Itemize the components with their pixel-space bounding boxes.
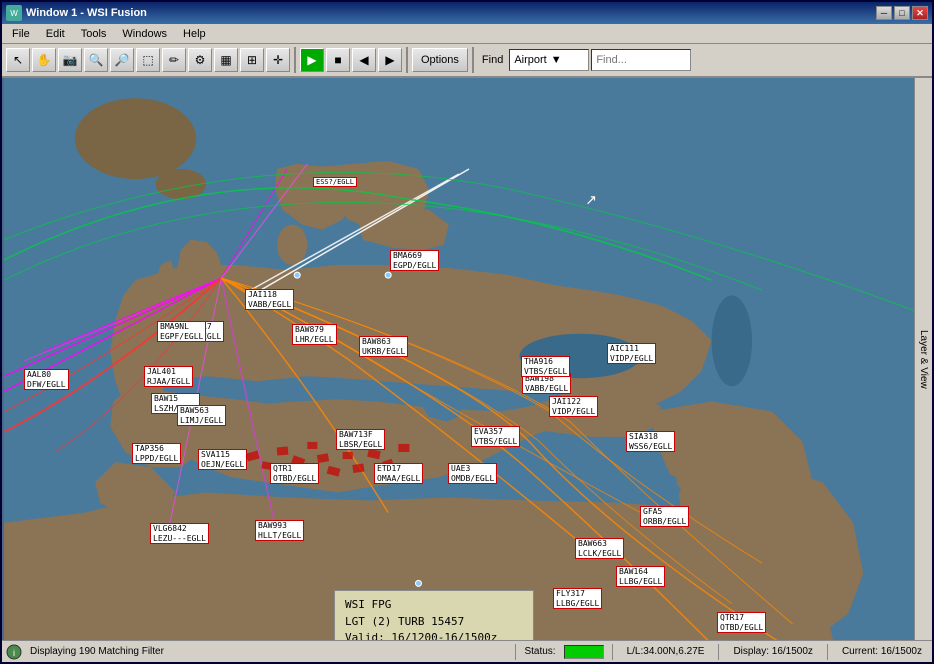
toolbar-stop[interactable]: ■	[326, 48, 350, 72]
svg-text:i: i	[13, 648, 15, 658]
toolbar-cursor[interactable]: ✛	[266, 48, 290, 72]
toolbar-separator-3	[472, 47, 474, 73]
flight-label-sia318[interactable]: SIA318WSS6/EGLL	[626, 431, 675, 452]
toolbar-pointer[interactable]: ↖	[6, 48, 30, 72]
flight-label-eva357[interactable]: EVA357VTBS/EGLL	[471, 426, 520, 447]
flight-label-baw713f[interactable]: BAW713FLBSR/EGLL	[336, 429, 385, 450]
map-background: ↗	[2, 78, 932, 640]
window-controls: ─ □ ✕	[876, 6, 928, 20]
flight-label-fly317[interactable]: FLY317LLBG/EGLL	[553, 588, 602, 609]
toolbar-zoom-in[interactable]: 🔍	[84, 48, 108, 72]
flight-label-baw663[interactable]: BAW663LCLK/EGLL	[575, 538, 624, 559]
flight-label-tha916[interactable]: THA916VTBS/EGLL	[521, 356, 570, 377]
toolbar-layers[interactable]: ▦	[214, 48, 238, 72]
status-sep-2	[612, 644, 613, 660]
menu-windows[interactable]: Windows	[114, 26, 175, 42]
toolbar-camera[interactable]: 📷	[58, 48, 82, 72]
flight-label-bma669[interactable]: BMA669EGPD/EGLL	[390, 250, 439, 271]
flight-label-uae3[interactable]: UAE3OMDB/EGLL	[448, 463, 497, 484]
toolbar-separator-2	[406, 47, 408, 73]
dropdown-arrow: ▼	[551, 54, 562, 66]
flight-label-bma9nl[interactable]: BMA9NLEGPF/EGLL	[157, 321, 206, 342]
find-input[interactable]	[591, 49, 691, 71]
flight-label-baw879[interactable]: BAW879LHR/EGLL	[292, 324, 337, 345]
flight-label-aal80[interactable]: AAL80DFW/EGLL	[24, 369, 69, 390]
toolbar-zoom-out[interactable]: 🔎	[110, 48, 134, 72]
flight-label-jal401[interactable]: JAL401RJAA/EGLL	[144, 366, 193, 387]
status-label: Status:	[524, 646, 555, 657]
info-box: WSI FPG LGT (2) TURB 15457 Valid: 16/120…	[334, 590, 534, 640]
layer-view-panel[interactable]: Layer & View	[914, 78, 932, 640]
minimize-button[interactable]: ─	[876, 6, 892, 20]
menu-file[interactable]: File	[4, 26, 38, 42]
find-type-dropdown[interactable]: Airport ▼	[509, 49, 589, 71]
status-message: Displaying 190 Matching Filter	[30, 646, 507, 657]
map-container[interactable]: ↗	[2, 78, 932, 640]
status-indicator	[564, 645, 604, 659]
toolbar-next[interactable]: ▶	[378, 48, 402, 72]
current-time: Current: 16/1500z	[836, 646, 928, 657]
flight-label-jai118[interactable]: JAI118VABB/EGLL	[245, 289, 294, 310]
close-button[interactable]: ✕	[912, 6, 928, 20]
info-line2: LGT (2) TURB 15457	[345, 614, 523, 631]
toolbar: ↖ ✋ 📷 🔍 🔎 ⬚ ✏ ⚙ ▦ ⊞ ✛ ▶ ■ ◀ ▶ Options Fi…	[2, 44, 932, 78]
flight-label-qtr17[interactable]: QTR17OTBD/EGLL	[717, 612, 766, 633]
flight-label-aic111[interactable]: AIC111VIDP/EGLL	[607, 343, 656, 364]
menu-edit[interactable]: Edit	[38, 26, 73, 42]
flight-label-tap356[interactable]: TAP356LPPD/EGLL	[132, 443, 181, 464]
toolbar-edit[interactable]: ✏	[162, 48, 186, 72]
options-button[interactable]: Options	[412, 48, 468, 72]
info-line1: WSI FPG	[345, 597, 523, 614]
svg-text:↗: ↗	[585, 191, 597, 207]
status-icon: i	[6, 644, 22, 660]
flight-label-baw563[interactable]: BAW563LIMJ/EGLL	[177, 405, 226, 426]
maximize-button[interactable]: □	[894, 6, 910, 20]
menu-tools[interactable]: Tools	[73, 26, 115, 42]
status-sep-4	[827, 644, 828, 660]
toolbar-prev[interactable]: ◀	[352, 48, 376, 72]
window-title: Window 1 - WSI Fusion	[26, 7, 876, 19]
menu-help[interactable]: Help	[175, 26, 214, 42]
toolbar-separator-1	[294, 47, 296, 73]
flight-label-etd17[interactable]: ETD17OMAA/EGLL	[374, 463, 423, 484]
flight-label-baw993[interactable]: BAW993HLLT/EGLL	[255, 520, 304, 541]
flight-label-vlg6842[interactable]: VLG6842LEZU---EGLL	[150, 523, 209, 544]
flight-label-baw164[interactable]: BAW164LLBG/EGLL	[616, 566, 665, 587]
flight-label-qtr1[interactable]: QTR1OTBD/EGLL	[270, 463, 319, 484]
toolbar-hand[interactable]: ✋	[32, 48, 56, 72]
menu-bar: File Edit Tools Windows Help	[2, 24, 932, 44]
app-icon: W	[6, 5, 22, 21]
toolbar-zoom-rect[interactable]: ⬚	[136, 48, 160, 72]
flight-label-gfa5[interactable]: GFA5ORBB/EGLL	[640, 506, 689, 527]
ll-coordinates: L/L:34.00N,6.27E	[621, 646, 711, 657]
flight-label-baw863[interactable]: BAW863UKRB/EGLL	[359, 336, 408, 357]
toolbar-grid[interactable]: ⊞	[240, 48, 264, 72]
status-bar: i Displaying 190 Matching Filter Status:…	[2, 640, 932, 662]
display-time: Display: 16/1500z	[727, 646, 819, 657]
find-label: Find	[478, 54, 507, 66]
flight-label-jai122[interactable]: JAI122VIDP/EGLL	[549, 396, 598, 417]
title-bar: W Window 1 - WSI Fusion ─ □ ✕	[2, 2, 932, 24]
find-area: Find Airport ▼	[478, 48, 691, 72]
status-sep-1	[515, 644, 516, 660]
window-frame: W Window 1 - WSI Fusion ─ □ ✕ File Edit …	[0, 0, 934, 664]
info-line3: Valid: 16/1200-16/1500z	[345, 630, 523, 640]
toolbar-settings[interactable]: ⚙	[188, 48, 212, 72]
flight-label-ess[interactable]: ESS?/EGLL	[313, 177, 357, 187]
flight-label-sva115[interactable]: SVA115OEJN/EGLL	[198, 449, 247, 470]
toolbar-play[interactable]: ▶	[300, 48, 324, 72]
status-sep-3	[718, 644, 719, 660]
